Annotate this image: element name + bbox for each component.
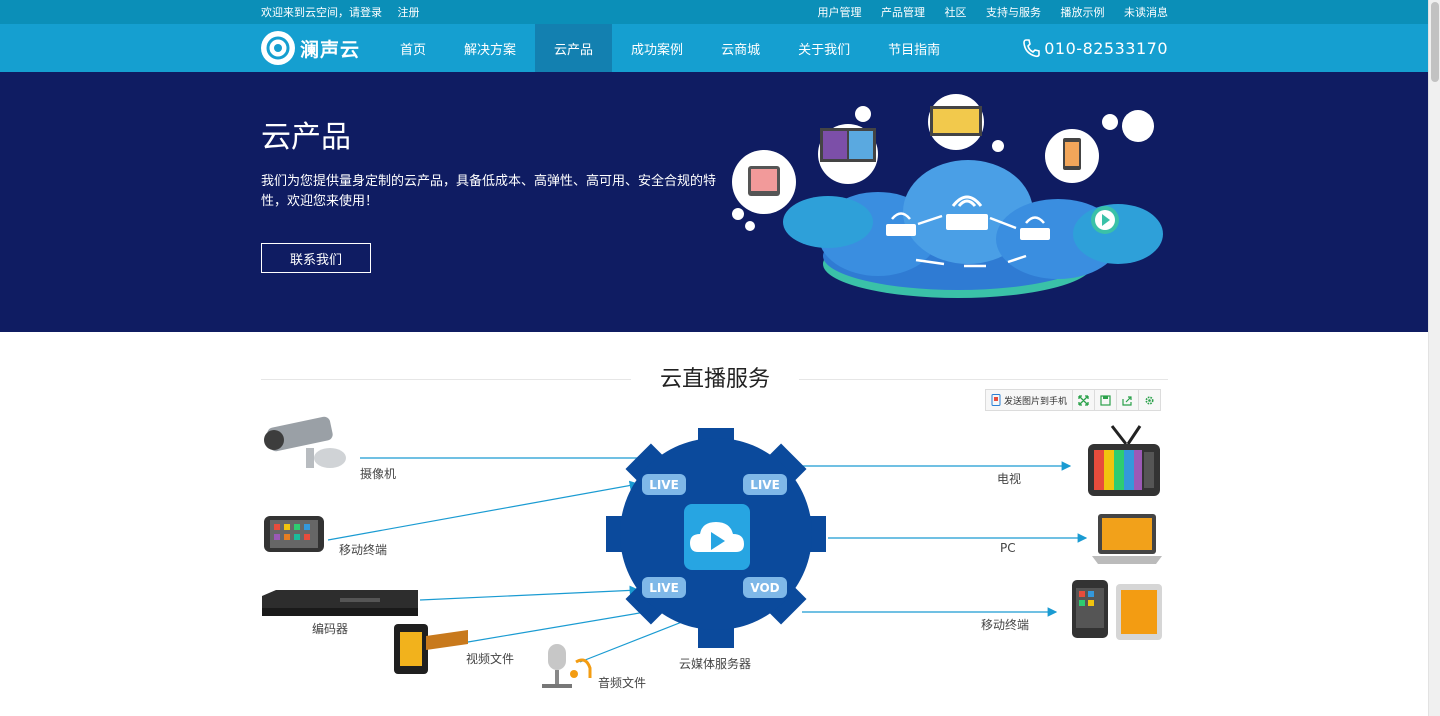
expand-icon (1078, 394, 1089, 406)
nav-item-cases[interactable]: 成功案例 (612, 24, 702, 72)
label-mobile-terminal-in: 移动终端 (339, 543, 388, 557)
user-management-link[interactable]: 用户管理 (818, 6, 862, 19)
fullscreen-button[interactable] (1073, 390, 1096, 410)
hero-description: 我们为您提供量身定制的云产品，具备低成本、高弹性、高可用、安全合规的特性，欢迎您… (261, 174, 717, 209)
audio-file-icon (542, 644, 592, 688)
label-pc: PC (1000, 541, 1016, 555)
hotline: 010-82533170 (1022, 38, 1168, 58)
hero-banner: 云产品 我们为您提供量身定制的云产品，具备低成本、高弹性、高可用、安全合规的特性… (0, 72, 1428, 332)
label-tv: 电视 (997, 472, 1022, 486)
scrollbar-thumb[interactable] (1431, 2, 1439, 82)
logo-text: 澜声云 (300, 38, 361, 61)
encoder-icon (262, 590, 418, 616)
playback-demo-link[interactable]: 播放示例 (1061, 6, 1105, 19)
save-icon (1100, 394, 1111, 406)
hero-title: 云产品 (261, 120, 351, 155)
nav-item-cloud-store[interactable]: 云商城 (702, 24, 779, 72)
live-badge-2: LIVE (743, 474, 787, 495)
badge-live-2-text: LIVE (750, 478, 780, 492)
send-to-phone-button[interactable]: 发送图片到手机 (986, 390, 1074, 410)
share-icon (1122, 395, 1132, 406)
top-bar-left: 欢迎来到云空间，请登录 注册 (261, 4, 420, 20)
save-image-button[interactable] (1095, 390, 1118, 410)
badge-live-1-text: LIVE (649, 478, 679, 492)
top-bar: 欢迎来到云空间，请登录 注册 用户管理 产品管理 社区 支持与服务 播放示例 未… (0, 0, 1428, 24)
nav-menu: 首页 解决方案 云产品 成功案例 云商城 关于我们 节目指南 (381, 24, 959, 72)
settings-button[interactable] (1139, 390, 1160, 410)
label-audio-file: 音频文件 (598, 676, 647, 690)
live-service-diagram: LIVE LIVE LIVE VOD 摄像机 移动终端 编码器 视频文件 音频文… (250, 400, 1190, 716)
badge-vod-text: VOD (750, 581, 779, 595)
top-bar-links: 用户管理 产品管理 社区 支持与服务 播放示例 未读消息 (802, 4, 1169, 20)
section-title: 云直播服务 (631, 364, 799, 396)
phone-icon (1023, 39, 1041, 58)
image-toolbar: 发送图片到手机 (985, 389, 1162, 411)
page: 欢迎来到云空间，请登录 注册 用户管理 产品管理 社区 支持与服务 播放示例 未… (0, 0, 1440, 716)
television-icon (1088, 425, 1160, 496)
nav-item-solutions[interactable]: 解决方案 (445, 24, 535, 72)
pc-laptop-icon (1092, 514, 1162, 564)
logo[interactable]: 澜声云 (261, 24, 371, 72)
label-camera: 摄像机 (360, 467, 397, 481)
label-mobile-terminal-out: 移动终端 (981, 618, 1030, 632)
label-encoder: 编码器 (312, 622, 349, 636)
mobile-terminal-icon (264, 516, 324, 552)
main-nav: 澜声云 首页 解决方案 云产品 成功案例 云商城 关于我们 节目指南 010-8… (0, 24, 1428, 72)
send-to-phone-label: 发送图片到手机 (1004, 396, 1068, 407)
camera-icon (264, 416, 346, 468)
product-management-link[interactable]: 产品管理 (881, 6, 925, 19)
badge-live-3-text: LIVE (649, 581, 679, 595)
community-link[interactable]: 社区 (945, 6, 967, 19)
live-badge-1: LIVE (642, 474, 686, 495)
login-link[interactable]: 欢迎来到云空间，请登录 (261, 6, 382, 19)
label-video-file: 视频文件 (466, 652, 515, 666)
mobile-devices-icon (1072, 580, 1162, 640)
nav-item-home[interactable]: 首页 (381, 24, 445, 72)
phone-number: 010-82533170 (1044, 38, 1168, 58)
register-link[interactable]: 注册 (398, 6, 420, 19)
live-badge-3: LIVE (642, 577, 686, 598)
contact-us-button[interactable]: 联系我们 (261, 243, 371, 273)
share-button[interactable] (1117, 390, 1140, 410)
unread-messages-link[interactable]: 未读消息 (1124, 6, 1168, 19)
vod-badge: VOD (743, 577, 787, 598)
nav-item-program-guide[interactable]: 节目指南 (869, 24, 959, 72)
logo-cloud-icon (261, 31, 295, 65)
nav-item-about[interactable]: 关于我们 (779, 24, 869, 72)
support-link[interactable]: 支持与服务 (986, 6, 1041, 19)
cloud-network-illustration (732, 94, 1163, 298)
page-scrollbar[interactable] (1428, 0, 1440, 716)
label-media-server: 云媒体服务器 (679, 657, 752, 671)
gear-icon (1145, 395, 1154, 405)
video-file-icon (394, 624, 468, 674)
phone-send-icon (991, 394, 1001, 406)
nav-item-cloud-products[interactable]: 云产品 (535, 24, 613, 72)
